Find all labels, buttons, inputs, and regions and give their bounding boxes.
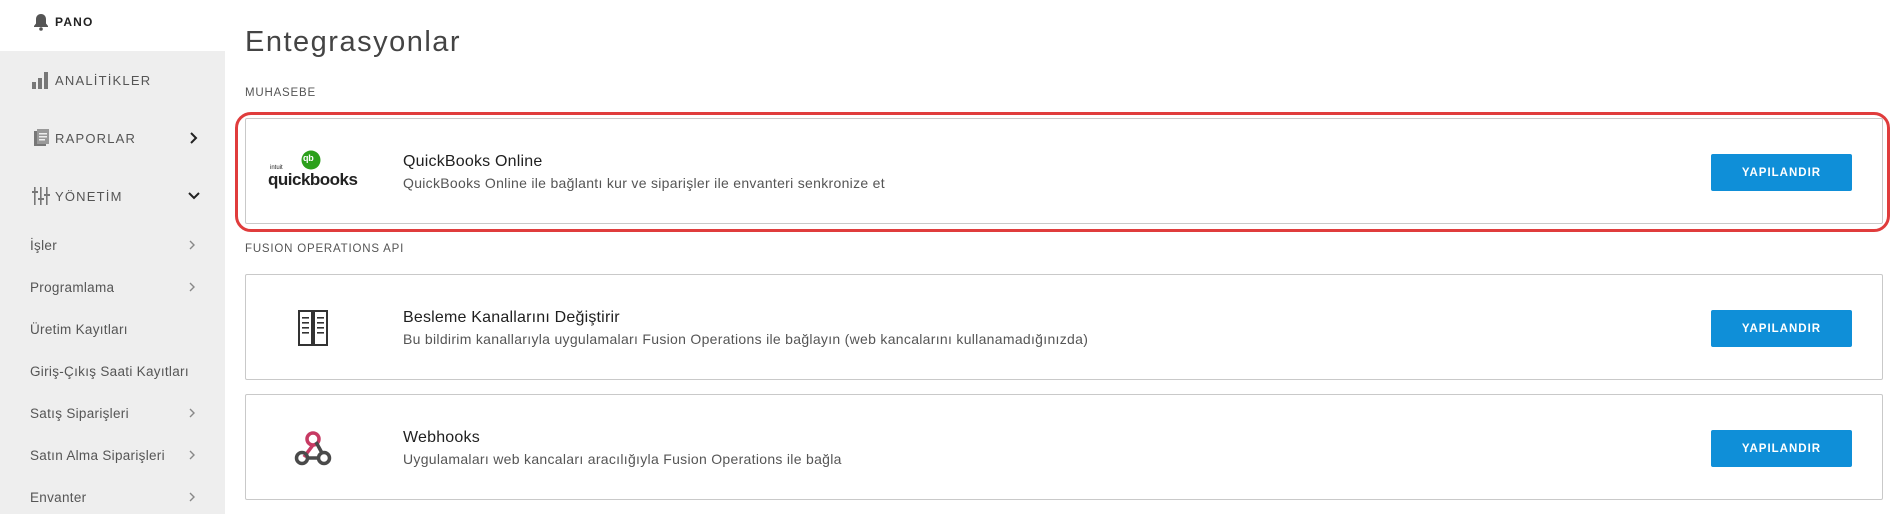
chevron-down-icon — [187, 189, 201, 203]
sidebar-subitem-label: Üretim Kayıtları — [30, 321, 128, 337]
qb-badge-text: qb — [303, 153, 314, 163]
section-label-fusion-operations-api: FUSION OPERATIONS API — [245, 243, 405, 255]
sidebar-item-label: YÖNETİM — [55, 188, 123, 204]
sidebar-subitem-label: Satın Alma Siparişleri — [30, 447, 165, 463]
sidebar-item-analitikler[interactable]: ANALİTİKLER — [0, 51, 225, 109]
page-title: Entegrasyonlar — [245, 26, 462, 58]
integration-description: Bu bildirim kanallarıyla uygulamaları Fu… — [403, 331, 1089, 347]
chevron-right-icon — [187, 408, 197, 418]
feed-channels-icon — [268, 293, 358, 363]
sidebar-item-label: PANO — [55, 15, 94, 29]
sidebar-subitem-giris-cikis[interactable]: Giriş-Çıkış Saati Kayıtları — [0, 350, 225, 392]
integration-description: Uygulamaları web kancaları aracılığıyla … — [403, 451, 842, 467]
quickbooks-wordmark: quickbooks — [268, 170, 358, 189]
sidebar-item-yonetim[interactable]: YÖNETİM — [0, 167, 225, 225]
configure-button[interactable]: YAPILANDIR — [1711, 154, 1852, 191]
integration-card-quickbooks: qb intuit quickbooks QuickBooks Online Q… — [245, 118, 1883, 224]
sidebar-item-raporlar[interactable]: RAPORLAR — [0, 109, 225, 167]
sidebar-item-pano-row[interactable]: PANO — [0, 0, 225, 51]
sidebar-subitem-label: Envanter — [30, 489, 87, 505]
sidebar-subitem-envanter[interactable]: Envanter — [0, 476, 225, 514]
bell-icon — [30, 11, 52, 33]
sidebar-subitem-satin-alma[interactable]: Satın Alma Siparişleri — [0, 434, 225, 476]
chevron-right-icon — [187, 131, 201, 145]
sidebar-item-pano[interactable]: PANO — [0, 0, 225, 51]
configure-button[interactable]: YAPILANDIR — [1711, 310, 1852, 347]
sidebar-subitem-satis-siparisleri[interactable]: Satış Siparişleri — [0, 392, 225, 434]
integration-title: QuickBooks Online — [403, 153, 543, 170]
integration-card-feed-channels: Besleme Kanallarını Değiştirir Bu bildir… — [245, 274, 1883, 380]
sidebar-subitem-isler[interactable]: İşler — [0, 224, 225, 266]
sidebar: PANO ANALİTİKLER RAPORLAR YÖNETİM İşler … — [0, 0, 225, 514]
section-label-muhasebe: MUHASEBE — [245, 87, 316, 99]
sidebar-item-label: ANALİTİKLER — [55, 72, 152, 88]
chevron-right-icon — [187, 240, 197, 250]
chevron-right-icon — [187, 450, 197, 460]
sidebar-subitem-programlama[interactable]: Programlama — [0, 266, 225, 308]
quickbooks-logo-icon: qb intuit quickbooks — [268, 137, 358, 207]
chevron-right-icon — [187, 492, 197, 502]
integration-title: Webhooks — [403, 429, 480, 446]
sidebar-subitem-label: İşler — [30, 237, 58, 253]
chevron-right-icon — [187, 282, 197, 292]
sidebar-item-label: RAPORLAR — [55, 130, 137, 146]
integration-description: QuickBooks Online ile bağlantı kur ve si… — [403, 175, 885, 191]
configure-button[interactable]: YAPILANDIR — [1711, 430, 1852, 467]
sliders-icon — [30, 185, 52, 207]
integration-title: Besleme Kanallarını Değiştirir — [403, 309, 620, 326]
webhooks-icon — [268, 413, 358, 483]
sidebar-subitem-uretim-kayitlari[interactable]: Üretim Kayıtları — [0, 308, 225, 350]
report-icon — [30, 127, 52, 149]
bar-chart-icon — [30, 69, 52, 91]
sidebar-subitem-label: Giriş-Çıkış Saati Kayıtları — [30, 363, 189, 379]
sidebar-subitem-label: Programlama — [30, 279, 115, 295]
integration-card-webhooks: Webhooks Uygulamaları web kancaları arac… — [245, 394, 1883, 500]
sidebar-subitem-label: Satış Siparişleri — [30, 405, 129, 421]
